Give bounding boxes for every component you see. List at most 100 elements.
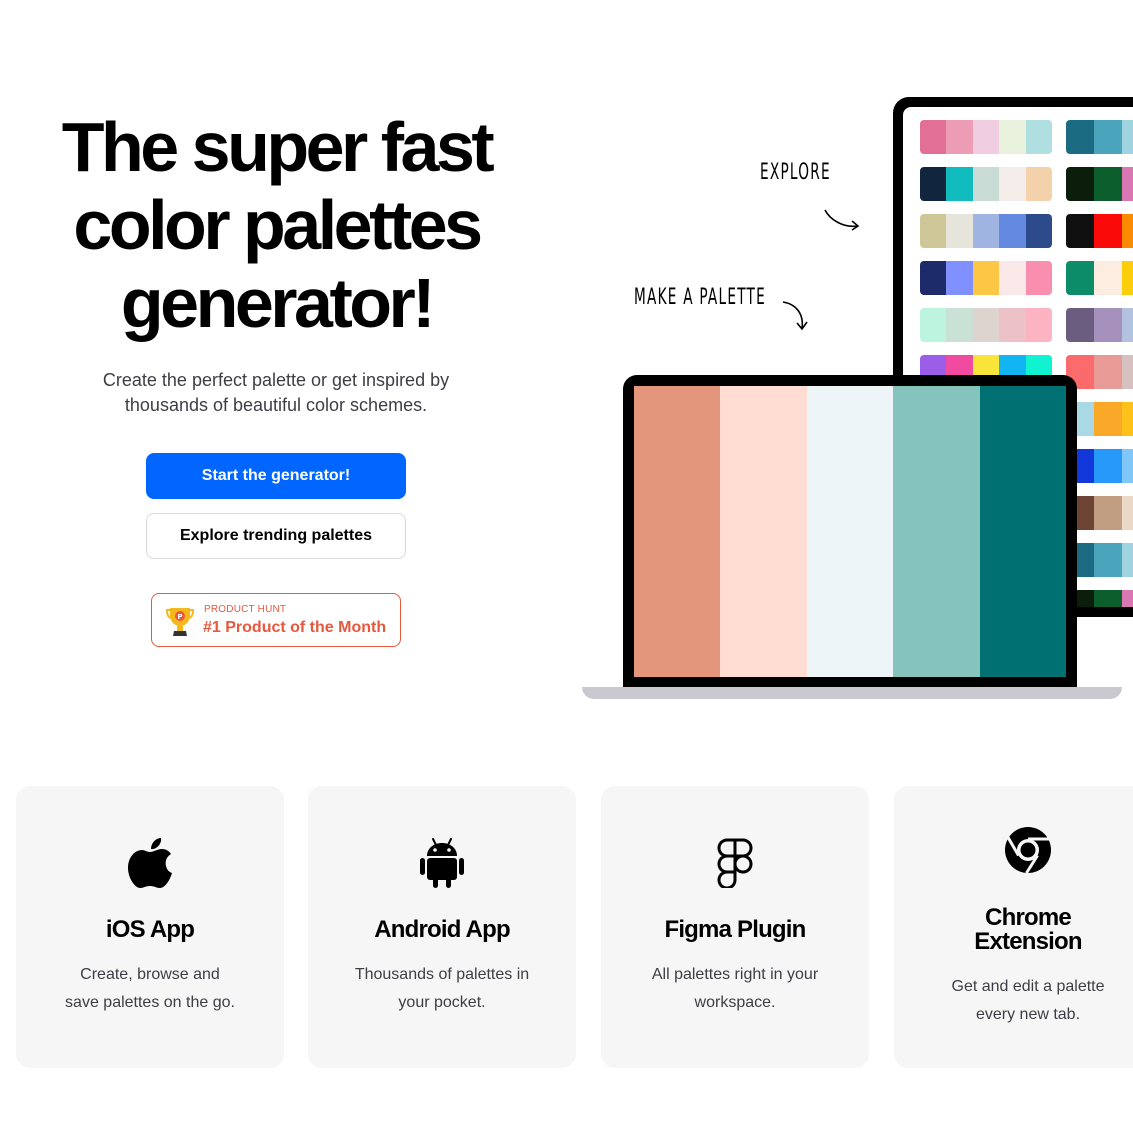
card-description: All palettes right in your workspace. <box>631 961 839 1017</box>
palette-swatch <box>920 261 947 295</box>
palette-swatch <box>1094 355 1122 389</box>
android-icon <box>420 838 464 888</box>
palette-swatch <box>920 308 947 342</box>
mini-palette <box>1066 167 1133 201</box>
palette-swatch <box>1094 167 1122 201</box>
palette-swatch <box>946 167 973 201</box>
palette-swatch <box>946 120 973 154</box>
hero-subtitle: Create the perfect palette or get inspir… <box>102 370 450 415</box>
explore-annotation: EXPLORE <box>760 160 831 185</box>
start-generator-button[interactable]: Start the generator! <box>146 453 406 499</box>
mini-palette <box>1066 308 1133 342</box>
badge-label-big: #1 Product of the Month <box>203 619 387 636</box>
palette-swatch <box>999 120 1026 154</box>
palette-swatch <box>1025 214 1052 248</box>
card-description-line: Get and edit a palette <box>951 978 1105 995</box>
card-description: Create, browse and save palettes on the … <box>46 961 254 1017</box>
palette-swatch <box>1025 261 1052 295</box>
svg-text:P: P <box>177 613 182 621</box>
hero-title: The super fast color palettes generator! <box>0 108 553 342</box>
palette-swatch <box>1094 590 1122 607</box>
palette-swatch <box>1122 308 1133 342</box>
card-chrome-extension[interactable]: Chrome Extension Get and edit a palette … <box>894 786 1133 1068</box>
card-title-line: Extension <box>974 928 1082 955</box>
explore-trending-button[interactable]: Explore trending palettes <box>146 513 406 559</box>
mini-palette <box>1066 214 1133 248</box>
card-ios-app[interactable]: iOS App Create, browse and save palettes… <box>16 786 284 1068</box>
palette-swatch <box>920 214 947 248</box>
mini-palette <box>920 167 1052 201</box>
palette-swatch <box>1122 261 1133 295</box>
palette-swatch <box>946 261 973 295</box>
palette-swatch <box>1122 402 1133 436</box>
mini-palette <box>1066 261 1133 295</box>
palette-swatch <box>1122 496 1133 530</box>
palette-swatch <box>1122 167 1133 201</box>
card-title-line: Chrome <box>985 904 1072 931</box>
palette-swatch <box>806 386 894 677</box>
card-description-line: save palettes on the go. <box>65 994 235 1011</box>
card-description-line: Thousands of palettes in <box>354 966 530 983</box>
card-android-app[interactable]: Android App Thousands of palettes in you… <box>308 786 576 1068</box>
palette-swatch <box>1122 543 1133 577</box>
laptop-palette <box>634 386 1067 677</box>
palette-swatch <box>893 386 980 677</box>
card-description-line: workspace. <box>694 994 776 1011</box>
palette-swatch <box>1122 449 1133 483</box>
palette-swatch <box>1094 261 1122 295</box>
palette-swatch <box>1122 120 1133 154</box>
palette-swatch <box>972 167 1000 201</box>
hero-title-line: color palettes <box>73 186 483 264</box>
hero-title-line: The super fast <box>61 108 495 186</box>
card-figma-plugin[interactable]: Figma Plugin All palettes right in your … <box>601 786 869 1068</box>
palette-swatch <box>1066 261 1094 295</box>
palette-swatch <box>972 214 1000 248</box>
palette-swatch <box>946 308 973 342</box>
card-description-line: your pocket. <box>398 994 486 1011</box>
palette-swatch <box>999 261 1026 295</box>
palette-swatch <box>999 167 1026 201</box>
mini-palette <box>920 214 1052 248</box>
palette-swatch <box>1122 590 1133 607</box>
palette-swatch <box>999 214 1026 248</box>
make-palette-arrow-icon <box>782 301 808 331</box>
trophy-icon: P <box>166 608 194 636</box>
palette-swatch <box>946 214 973 248</box>
palette-swatch <box>1025 308 1052 342</box>
product-hunt-badge[interactable]: P PRODUCT HUNT #1 Product of the Month <box>151 593 401 647</box>
palette-swatch <box>1094 308 1122 342</box>
palette-swatch <box>1066 120 1094 154</box>
palette-swatch <box>972 308 1000 342</box>
card-description-line: All palettes right in your <box>651 966 819 983</box>
card-title: Android App <box>374 916 510 943</box>
explore-arrow-icon <box>824 209 860 231</box>
card-description: Get and edit a palette every new tab. <box>928 973 1128 1029</box>
palette-swatch <box>1066 167 1094 201</box>
palette-swatch <box>920 120 947 154</box>
card-description: Thousands of palettes in your pocket. <box>338 961 546 1017</box>
card-description-line: every new tab. <box>975 1006 1081 1023</box>
apple-icon <box>128 838 172 888</box>
hero-title-line: generator! <box>120 264 436 342</box>
laptop-base <box>582 687 1122 699</box>
palette-swatch <box>1025 120 1052 154</box>
palette-swatch <box>1066 308 1094 342</box>
card-description-line: Create, browse and <box>80 966 220 983</box>
badge-label-small: PRODUCT HUNT <box>204 604 287 615</box>
palette-swatch <box>1094 120 1122 154</box>
palette-swatch <box>1094 496 1122 530</box>
palette-swatch <box>1094 543 1122 577</box>
mini-palette <box>920 308 1052 342</box>
palette-swatch <box>999 308 1026 342</box>
mini-palette <box>1066 120 1133 154</box>
palette-swatch <box>920 167 947 201</box>
palette-swatch <box>1094 214 1122 248</box>
card-title: iOS App <box>105 916 195 943</box>
card-title: Chrome Extension <box>898 906 1133 954</box>
card-title: Figma Plugin <box>664 916 806 943</box>
palette-swatch <box>1122 214 1133 248</box>
palette-swatch <box>1066 214 1094 248</box>
palette-swatch <box>1025 167 1052 201</box>
figma-icon <box>717 838 753 888</box>
mini-palette <box>920 120 1052 154</box>
